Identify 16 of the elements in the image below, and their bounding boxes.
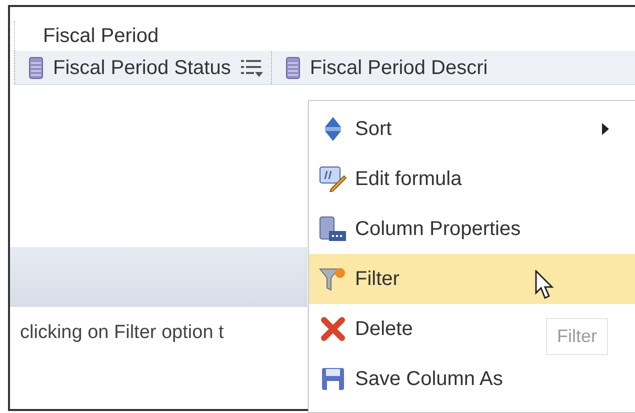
formula-pencil-icon <box>319 166 347 192</box>
tooltip: Filter <box>546 318 608 355</box>
list-menu-icon[interactable] <box>240 58 263 78</box>
sort-arrows-icon <box>323 116 343 142</box>
cross-icon <box>321 317 345 341</box>
menu-item[interactable]: Filter <box>309 254 635 304</box>
column-icon <box>286 56 300 78</box>
column-header[interactable]: Fiscal Period Descri <box>270 51 502 84</box>
mouse-cursor-icon <box>535 270 555 300</box>
funnel-icon <box>319 266 347 292</box>
column-header[interactable]: Fiscal Period Status <box>14 51 271 84</box>
section-title: Fiscal Period <box>43 24 159 49</box>
column-table-icon <box>319 216 347 242</box>
column-icon <box>29 56 43 78</box>
submenu-arrow-icon <box>602 123 609 135</box>
caption-text: clicking on Filter option t <box>20 322 224 343</box>
